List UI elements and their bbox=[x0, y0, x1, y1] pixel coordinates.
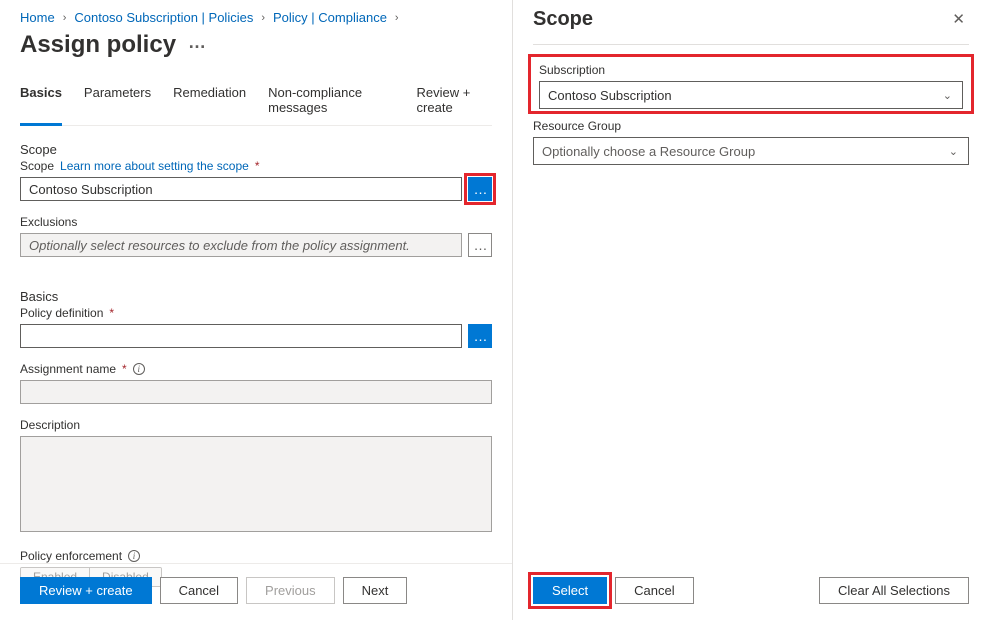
basics-section-title: Basics bbox=[20, 289, 492, 304]
tab-basics[interactable]: Basics bbox=[20, 85, 62, 126]
subscription-field-highlight: Subscription Contoso Subscription ⌄ bbox=[533, 59, 969, 109]
subscription-value: Contoso Subscription bbox=[548, 88, 672, 103]
required-icon: * bbox=[109, 306, 114, 320]
info-icon[interactable]: i bbox=[133, 363, 145, 375]
policy-enforcement-label: Policy enforcement bbox=[20, 549, 122, 563]
review-create-button[interactable]: Review + create bbox=[20, 577, 152, 604]
breadcrumb-compliance[interactable]: Policy | Compliance bbox=[273, 10, 387, 25]
ellipsis-icon: … bbox=[474, 237, 487, 253]
assignment-name-input[interactable] bbox=[20, 380, 492, 404]
separator bbox=[0, 563, 512, 564]
chevron-right-icon: › bbox=[395, 12, 399, 24]
scope-learn-more-link[interactable]: Learn more about setting the scope bbox=[60, 159, 249, 173]
clear-all-selections-button[interactable]: Clear All Selections bbox=[819, 577, 969, 604]
scope-picker-button[interactable]: … bbox=[468, 177, 492, 201]
breadcrumb: Home › Contoso Subscription | Policies ›… bbox=[20, 10, 492, 25]
right-bottom-bar: Select Cancel Clear All Selections bbox=[533, 577, 969, 604]
chevron-right-icon: › bbox=[261, 12, 265, 24]
tab-remediation[interactable]: Remediation bbox=[173, 85, 246, 126]
scope-label: Scope bbox=[20, 159, 54, 173]
ellipsis-icon: … bbox=[474, 181, 487, 197]
tab-noncompliance[interactable]: Non-compliance messages bbox=[268, 85, 394, 126]
exclusions-picker-button[interactable]: … bbox=[468, 233, 492, 257]
resource-group-placeholder: Optionally choose a Resource Group bbox=[542, 144, 755, 159]
description-label: Description bbox=[20, 418, 80, 432]
policy-definition-picker-button[interactable]: … bbox=[468, 324, 492, 348]
policy-definition-label: Policy definition bbox=[20, 306, 103, 320]
chevron-right-icon: › bbox=[63, 12, 67, 24]
tabs: Basics Parameters Remediation Non-compli… bbox=[20, 85, 492, 126]
info-icon[interactable]: i bbox=[128, 550, 140, 562]
policy-definition-input[interactable] bbox=[20, 324, 462, 348]
resource-group-dropdown[interactable]: Optionally choose a Resource Group ⌄ bbox=[533, 137, 969, 165]
separator bbox=[533, 44, 969, 45]
more-icon[interactable]: … bbox=[188, 33, 206, 51]
close-icon[interactable]: ✕ bbox=[948, 6, 969, 32]
assignment-name-label: Assignment name bbox=[20, 362, 116, 376]
subscription-dropdown[interactable]: Contoso Subscription ⌄ bbox=[539, 81, 963, 109]
chevron-down-icon: ⌄ bbox=[949, 145, 958, 158]
scope-cancel-button[interactable]: Cancel bbox=[615, 577, 693, 604]
tab-review[interactable]: Review + create bbox=[417, 85, 492, 126]
description-textarea[interactable] bbox=[20, 436, 492, 532]
required-icon: * bbox=[255, 159, 260, 173]
scope-section-title: Scope bbox=[20, 142, 492, 157]
breadcrumb-subscription[interactable]: Contoso Subscription | Policies bbox=[74, 10, 253, 25]
ellipsis-icon: … bbox=[474, 328, 487, 344]
page-title-text: Assign policy bbox=[20, 31, 176, 59]
previous-button: Previous bbox=[246, 577, 335, 604]
chevron-down-icon: ⌄ bbox=[943, 89, 952, 102]
exclusions-input[interactable]: Optionally select resources to exclude f… bbox=[20, 233, 462, 257]
resource-group-label: Resource Group bbox=[533, 119, 621, 133]
next-button[interactable]: Next bbox=[343, 577, 408, 604]
exclusions-label: Exclusions bbox=[20, 215, 77, 229]
left-bottom-bar: Review + create Cancel Previous Next bbox=[20, 577, 492, 604]
subscription-label: Subscription bbox=[539, 63, 605, 77]
required-icon: * bbox=[122, 362, 127, 376]
tab-parameters[interactable]: Parameters bbox=[84, 85, 151, 126]
cancel-button[interactable]: Cancel bbox=[160, 577, 238, 604]
breadcrumb-home[interactable]: Home bbox=[20, 10, 55, 25]
select-button[interactable]: Select bbox=[533, 577, 607, 604]
scope-panel-title: Scope bbox=[533, 8, 593, 31]
scope-input[interactable] bbox=[20, 177, 462, 201]
page-title: Assign policy … bbox=[20, 31, 492, 59]
